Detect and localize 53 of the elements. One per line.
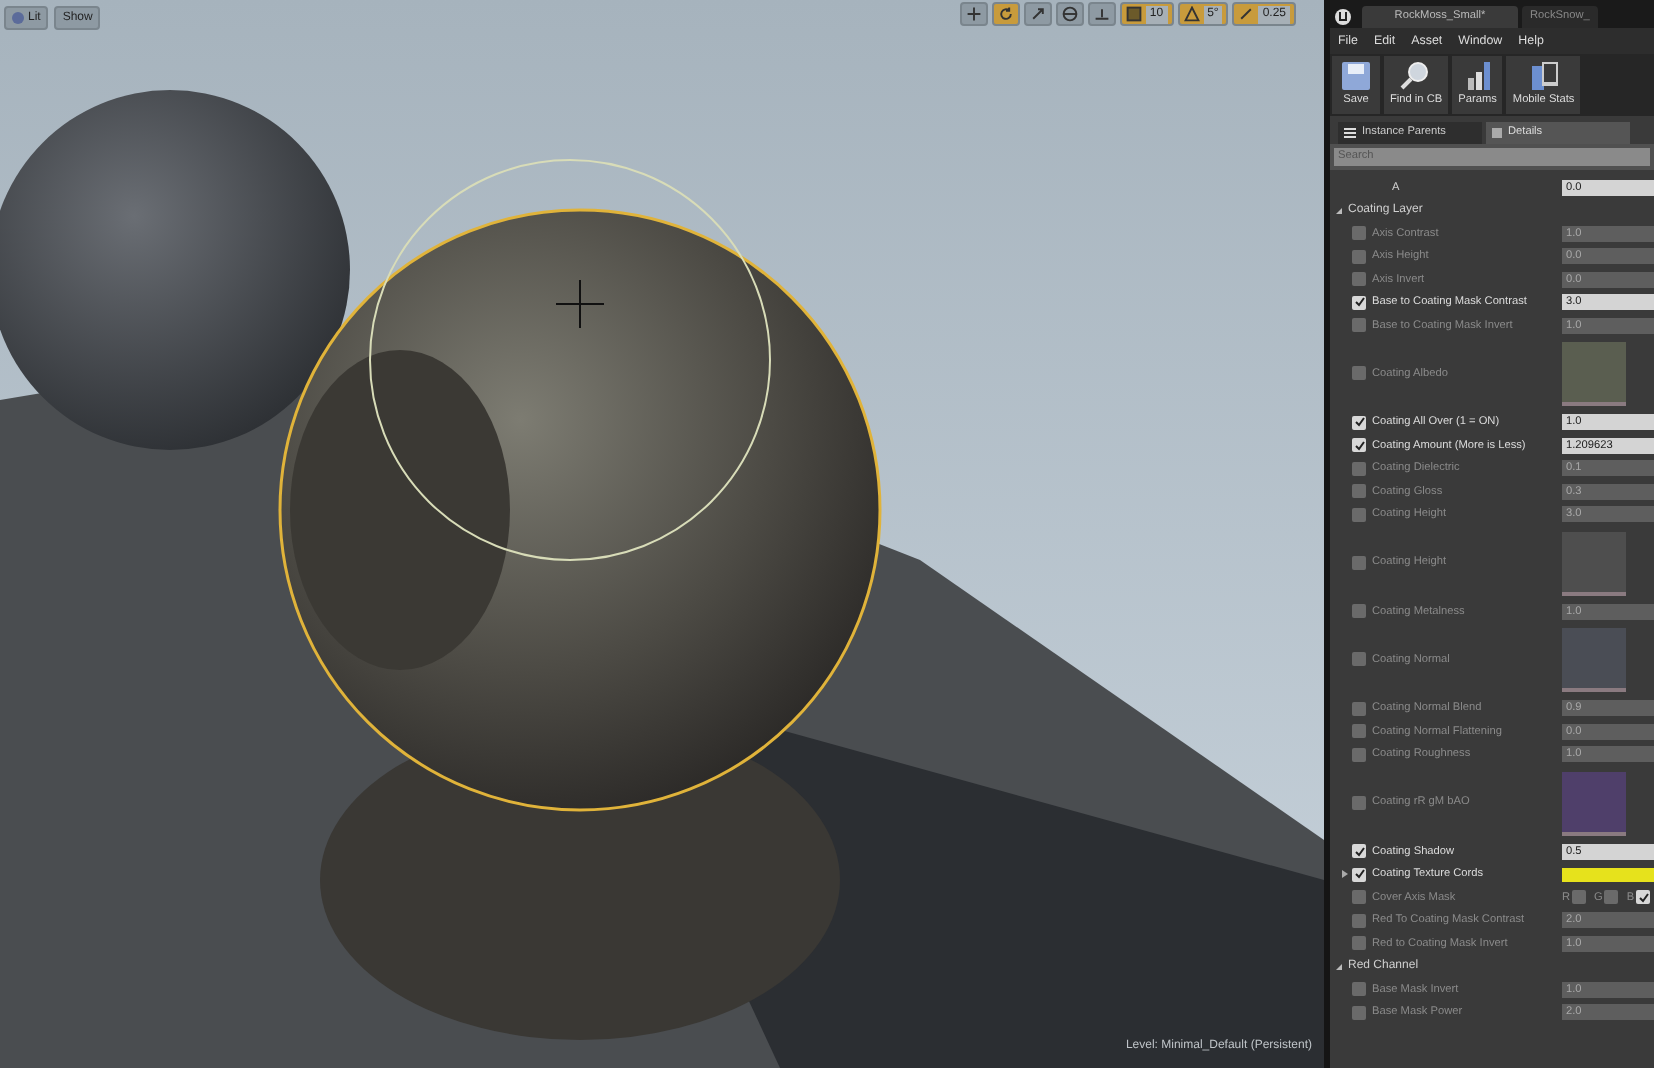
scale-snap-icon xyxy=(1238,6,1255,22)
checkbox[interactable] xyxy=(1352,844,1366,859)
collapse-triangle-icon[interactable] xyxy=(1336,207,1342,214)
checkbox[interactable] xyxy=(1352,461,1366,476)
checkbox[interactable] xyxy=(1352,272,1366,287)
sphere-icon xyxy=(12,12,24,24)
checkbox[interactable] xyxy=(1572,890,1587,905)
viewport-tool-button[interactable] xyxy=(1023,2,1052,26)
texture-thumbnail[interactable] xyxy=(1562,771,1626,835)
checkbox[interactable] xyxy=(1352,318,1366,333)
viewport-tool-button[interactable] xyxy=(991,2,1020,26)
checkbox[interactable] xyxy=(1352,913,1366,928)
checkbox[interactable] xyxy=(1352,295,1366,310)
grid-icon xyxy=(1125,6,1142,22)
checkbox[interactable] xyxy=(1352,867,1366,882)
list-icon xyxy=(1344,128,1356,138)
checkbox[interactable] xyxy=(1352,415,1366,430)
viewport-tool-button[interactable] xyxy=(959,2,988,26)
checkbox[interactable] xyxy=(1352,795,1366,810)
angle-icon xyxy=(1183,6,1200,22)
texture-thumbnail[interactable] xyxy=(1562,628,1626,692)
scale-arrow-icon xyxy=(1029,6,1046,22)
checkbox[interactable] xyxy=(1352,604,1366,619)
viewport-tool-button[interactable] xyxy=(1055,2,1084,26)
details-icon xyxy=(1492,128,1502,138)
checkbox[interactable] xyxy=(1352,249,1366,264)
checkbox[interactable] xyxy=(1352,724,1366,739)
collapse-triangle-icon[interactable] xyxy=(1336,963,1342,970)
checkbox[interactable] xyxy=(1352,701,1366,716)
rotate-icon xyxy=(997,6,1014,22)
checkbox[interactable] xyxy=(1352,982,1366,997)
checkmark-icon xyxy=(1637,891,1650,904)
checkbox[interactable] xyxy=(1352,438,1366,453)
checkbox[interactable] xyxy=(1352,890,1366,905)
checkbox[interactable] xyxy=(1352,747,1366,762)
checkbox[interactable] xyxy=(1352,484,1366,499)
globe-icon xyxy=(1061,6,1078,22)
surface-snap-icon xyxy=(1093,6,1110,22)
checkbox[interactable] xyxy=(1352,555,1366,570)
checkbox[interactable] xyxy=(1636,890,1651,905)
checkbox[interactable] xyxy=(1352,936,1366,951)
checkbox[interactable] xyxy=(1352,226,1366,241)
checkbox[interactable] xyxy=(1352,507,1366,522)
texture-thumbnail[interactable] xyxy=(1562,342,1626,406)
viewport-tool-button[interactable] xyxy=(1087,2,1116,26)
texture-thumbnail[interactable] xyxy=(1562,531,1626,595)
move-arrows-icon xyxy=(965,6,982,22)
checkbox[interactable] xyxy=(1352,366,1366,381)
checkmark-icon xyxy=(1353,296,1365,309)
checkbox[interactable] xyxy=(1352,1005,1366,1020)
color-swatch[interactable] xyxy=(1562,867,1654,882)
checkbox[interactable] xyxy=(1352,652,1366,667)
checkbox[interactable] xyxy=(1604,890,1619,905)
